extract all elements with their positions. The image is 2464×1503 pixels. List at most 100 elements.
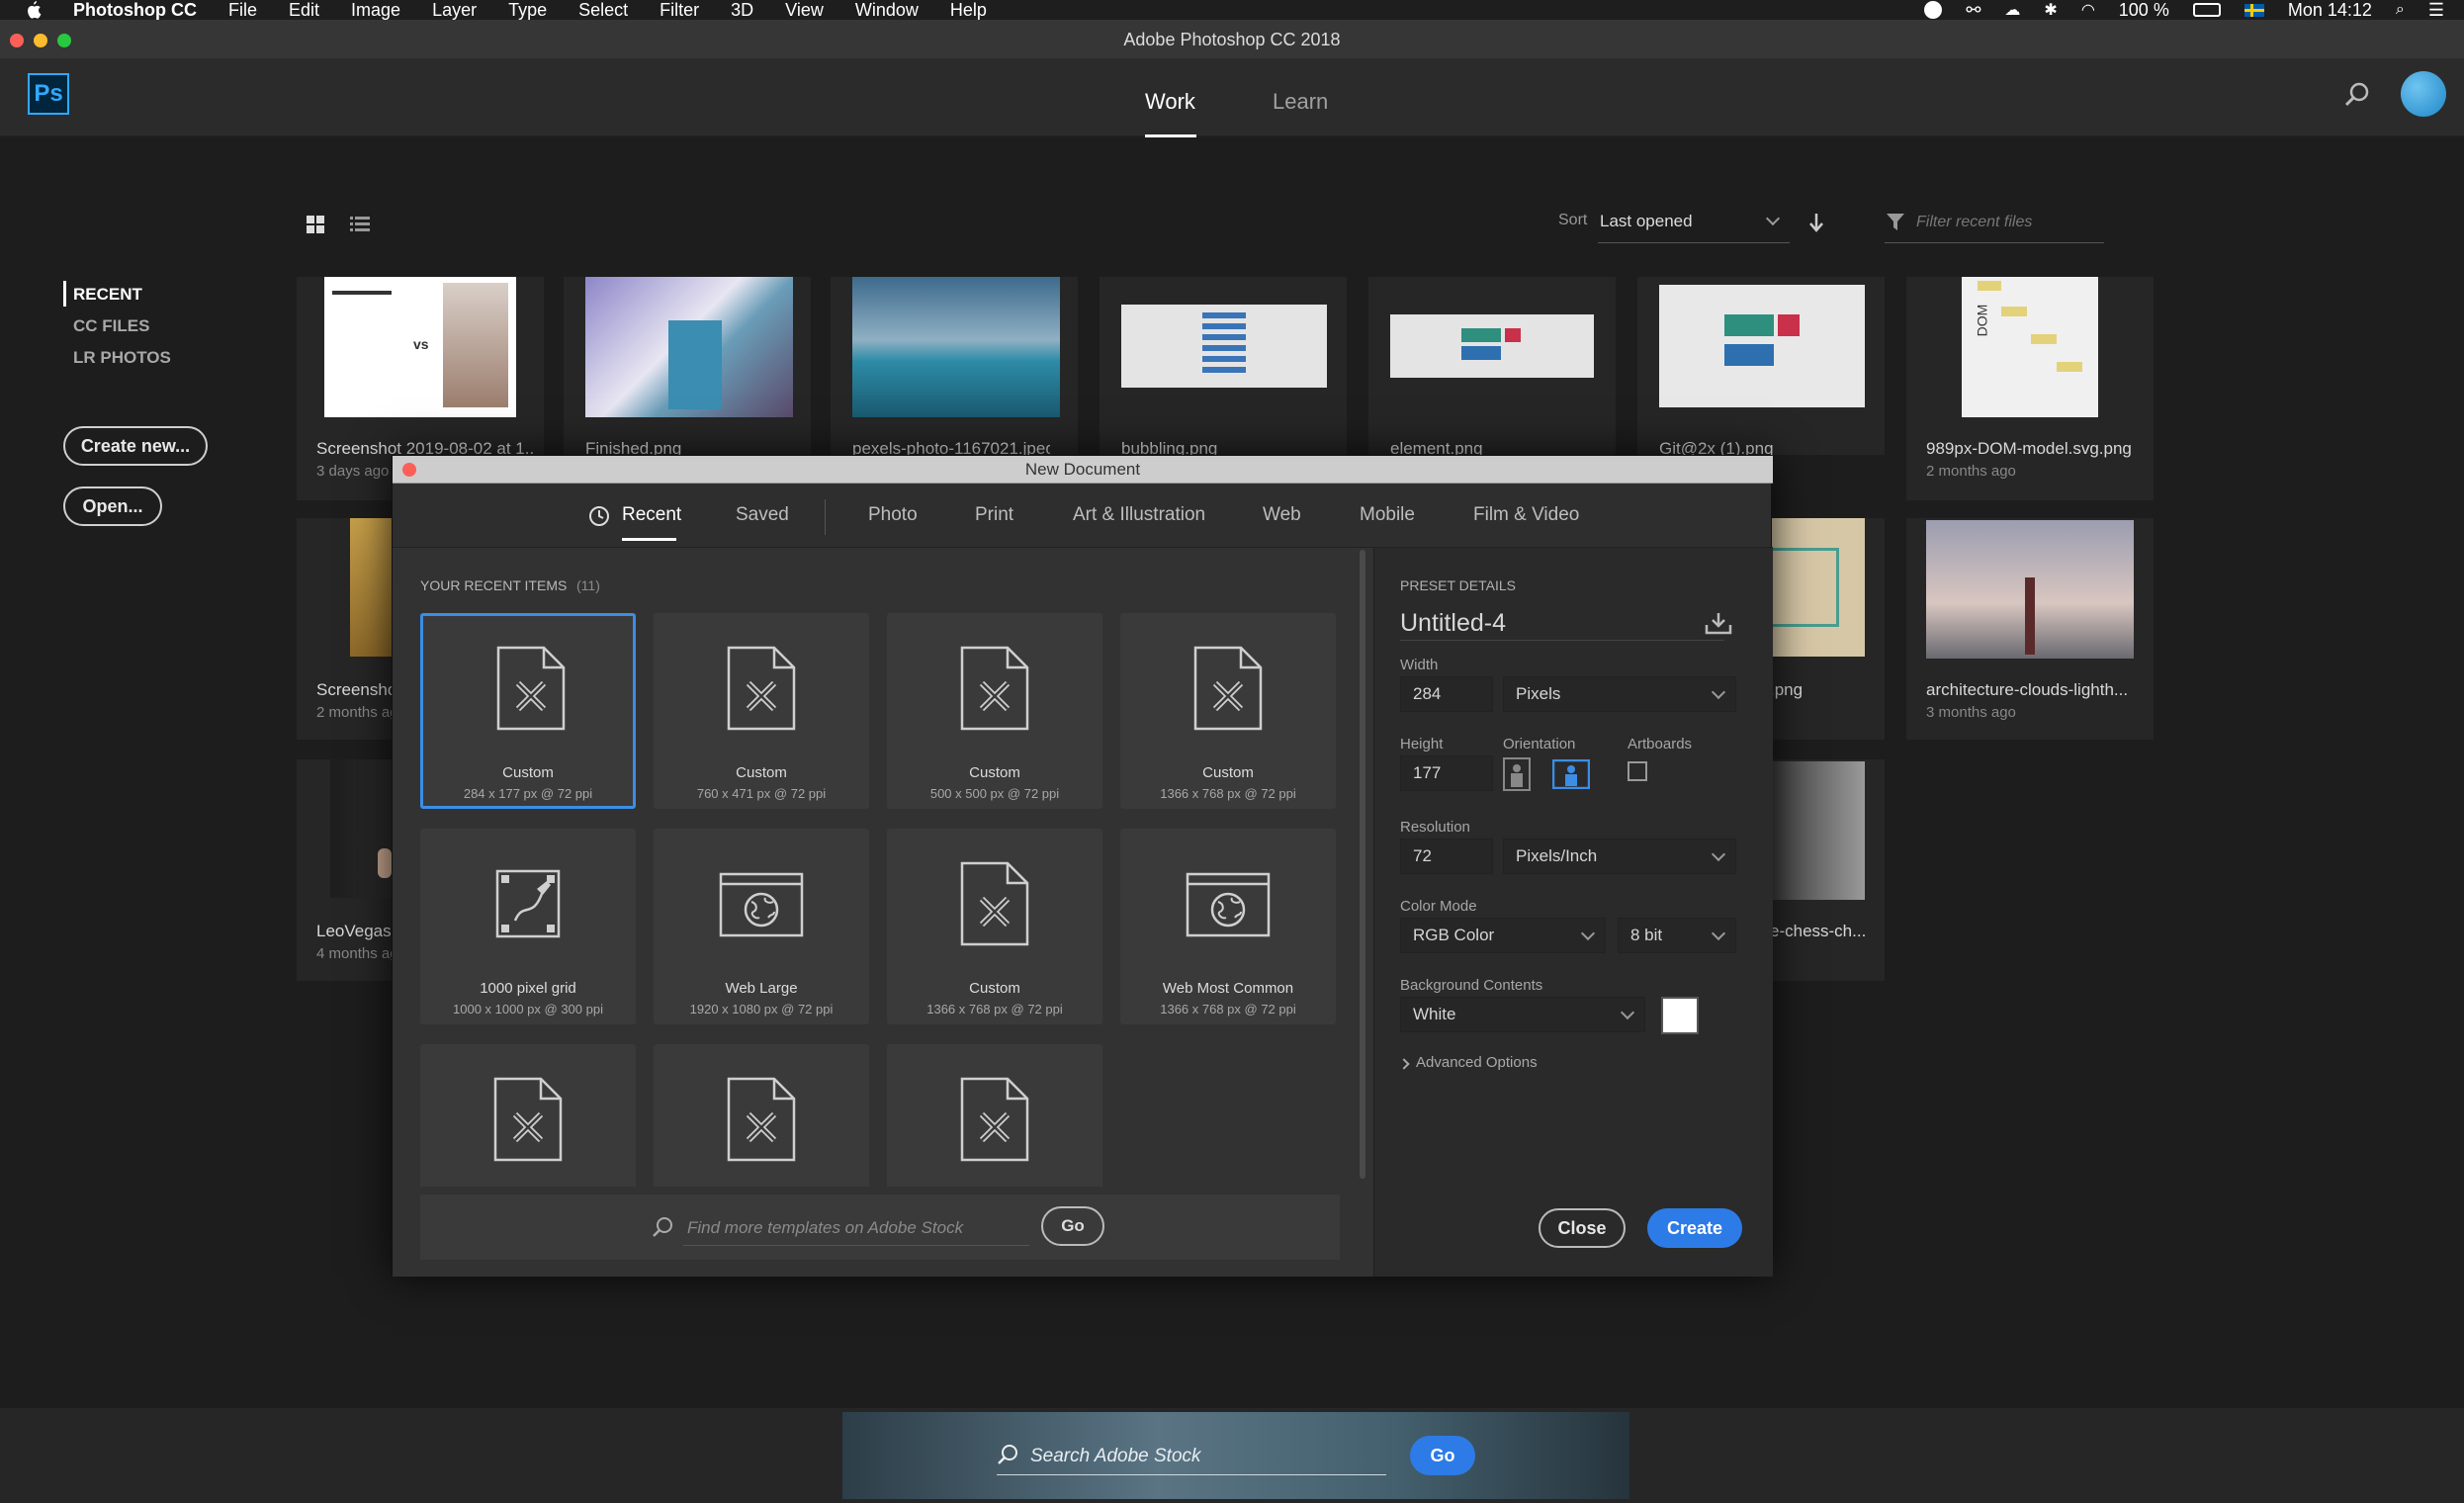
glasses-icon[interactable]: ⚯ (1966, 0, 1980, 21)
preset-card[interactable] (420, 1044, 636, 1187)
menu-app-name[interactable]: Photoshop CC (73, 0, 197, 21)
recent-file-card[interactable]: pexels-photo-1167021.jpeg (831, 277, 1078, 458)
skype-icon[interactable] (1924, 1, 1943, 19)
preset-card[interactable]: Custom 760 x 471 px @ 72 ppi (654, 613, 869, 809)
bit-depth-dropdown[interactable]: 8 bit (1618, 918, 1736, 953)
preset-card[interactable]: Custom 1366 x 768 px @ 72 ppi (887, 829, 1102, 1024)
save-preset-icon[interactable] (1705, 613, 1732, 640)
tab-film-video[interactable]: Film & Video (1473, 504, 1579, 526)
background-color-swatch[interactable] (1661, 997, 1699, 1034)
recent-file-card[interactable]: e-chess-ch... (1770, 759, 1885, 981)
tab-work[interactable]: Work (1145, 89, 1195, 115)
menu-edit[interactable]: Edit (289, 0, 319, 21)
preset-card[interactable]: 1000 pixel grid 1000 x 1000 px @ 300 ppi (420, 829, 636, 1024)
presets-panel: YOUR RECENT ITEMS (11) Custom 284 x 177 … (393, 548, 1373, 1277)
resolution-unit-dropdown[interactable]: Pixels/Inch (1503, 839, 1736, 874)
tab-art-illustration[interactable]: Art & Illustration (1073, 504, 1205, 526)
template-search-input[interactable]: Find more templates on Adobe Stock (683, 1208, 1029, 1246)
width-label: Width (1400, 657, 1439, 673)
height-input[interactable]: 177 (1400, 755, 1493, 791)
close-button[interactable]: Close (1539, 1208, 1626, 1248)
width-input[interactable]: 284 (1400, 676, 1493, 712)
menu-filter[interactable]: Filter (660, 0, 699, 21)
tab-learn[interactable]: Learn (1273, 89, 1328, 115)
menu-select[interactable]: Select (578, 0, 628, 21)
artboards-checkbox[interactable] (1628, 761, 1647, 781)
preset-card[interactable]: Web Most Common 1366 x 768 px @ 72 ppi (1120, 829, 1336, 1024)
recent-file-card[interactable]: architecture-clouds-lighth... 3 months a… (1906, 518, 2154, 740)
recent-file-card[interactable]: LeoVegas- 4 months ag (297, 759, 392, 981)
tab-print[interactable]: Print (975, 504, 1013, 526)
wifi-icon[interactable]: ◠ (2081, 0, 2095, 20)
sidebar-item-cc-files[interactable]: CC FILES (73, 316, 149, 336)
color-mode-label: Color Mode (1400, 898, 1477, 915)
portrait-orientation-icon[interactable] (1503, 757, 1531, 796)
recent-file-card[interactable]: Git@2x (1).png (1637, 277, 1885, 458)
landscape-orientation-icon[interactable] (1551, 758, 1591, 794)
spotlight-icon[interactable]: ⌕ (2396, 1, 2405, 19)
notification-center-icon[interactable]: ☰ (2428, 0, 2444, 21)
dialog-title: New Document (393, 456, 1773, 484)
menu-window[interactable]: Window (855, 0, 919, 21)
preset-name: Custom (736, 764, 787, 781)
menu-type[interactable]: Type (508, 0, 547, 21)
artboards-label: Artboards (1628, 736, 1693, 752)
stock-search-field[interactable]: Search Adobe Stock (997, 1436, 1386, 1475)
search-icon[interactable] (2343, 81, 2371, 114)
dialog-close-dot[interactable] (402, 463, 416, 477)
preset-card[interactable] (654, 1044, 869, 1187)
tab-mobile[interactable]: Mobile (1360, 504, 1415, 526)
create-new-button[interactable]: Create new... (63, 426, 208, 466)
window-title: Adobe Photoshop CC 2018 (1123, 30, 1341, 49)
preset-card[interactable]: Custom 500 x 500 px @ 72 ppi (887, 613, 1102, 809)
clock[interactable]: Mon 14:12 (2288, 0, 2372, 21)
bluetooth-icon[interactable]: ✱ (2044, 0, 2057, 20)
user-avatar[interactable] (2401, 71, 2446, 117)
list-view-icon[interactable] (350, 216, 370, 238)
sidebar-item-recent[interactable]: RECENT (73, 285, 142, 305)
preset-card[interactable]: Custom 284 x 177 px @ 72 ppi (420, 613, 636, 809)
presets-scrollbar[interactable] (1360, 550, 1365, 1179)
open-button[interactable]: Open... (63, 486, 162, 526)
sidebar-item-lr-photos[interactable]: LR PHOTOS (73, 348, 171, 368)
color-mode-dropdown[interactable]: RGB Color (1400, 918, 1606, 953)
menu-3d[interactable]: 3D (731, 0, 753, 21)
preset-card[interactable] (887, 1044, 1102, 1187)
tab-web[interactable]: Web (1263, 504, 1301, 526)
recent-file-card[interactable]: Screensho 2 months ag (297, 518, 392, 740)
flag-icon[interactable] (2244, 3, 2264, 17)
recent-file-card[interactable]: DOM 989px-DOM-model.svg.png 2 months ago (1906, 277, 2154, 500)
thumbnail-image (1121, 305, 1327, 388)
tab-recent[interactable]: Recent (622, 504, 681, 526)
grid-view-icon[interactable] (307, 216, 324, 238)
background-contents-dropdown[interactable]: White (1400, 997, 1645, 1032)
sort-direction-icon[interactable] (1807, 212, 1825, 238)
advanced-options-label: Advanced Options (1416, 1054, 1538, 1071)
menu-image[interactable]: Image (351, 0, 400, 21)
filter-recent-files[interactable]: Filter recent files (1885, 204, 2104, 243)
tab-saved[interactable]: Saved (736, 504, 789, 526)
menu-help[interactable]: Help (950, 0, 987, 21)
tab-photo[interactable]: Photo (868, 504, 918, 526)
preset-card[interactable]: Web Large 1920 x 1080 px @ 72 ppi (654, 829, 869, 1024)
sort-dropdown[interactable]: Last opened (1598, 204, 1790, 243)
recent-file-card[interactable]: element.png (1368, 277, 1616, 458)
menu-layer[interactable]: Layer (432, 0, 477, 21)
recent-file-card[interactable]: .png (1770, 518, 1885, 740)
recent-file-card[interactable]: Finished.png (564, 277, 811, 458)
stock-go-button[interactable]: Go (1410, 1436, 1475, 1475)
menu-file[interactable]: File (228, 0, 257, 21)
template-go-button[interactable]: Go (1041, 1206, 1104, 1246)
menu-view[interactable]: View (785, 0, 824, 21)
document-x-icon (727, 1077, 796, 1167)
create-button[interactable]: Create (1647, 1208, 1742, 1248)
preset-card[interactable]: Custom 1366 x 768 px @ 72 ppi (1120, 613, 1336, 809)
document-name-field[interactable]: Untitled-4 (1400, 599, 1724, 641)
width-unit-dropdown[interactable]: Pixels (1503, 676, 1736, 712)
apple-menu-icon[interactable] (26, 1, 42, 19)
cloud-icon[interactable]: ☁ (2004, 0, 2020, 20)
document-x-icon (960, 861, 1029, 951)
recent-file-card[interactable]: bubbling.png (1100, 277, 1347, 458)
resolution-input[interactable]: 72 (1400, 839, 1493, 874)
battery-icon[interactable] (2192, 3, 2221, 17)
